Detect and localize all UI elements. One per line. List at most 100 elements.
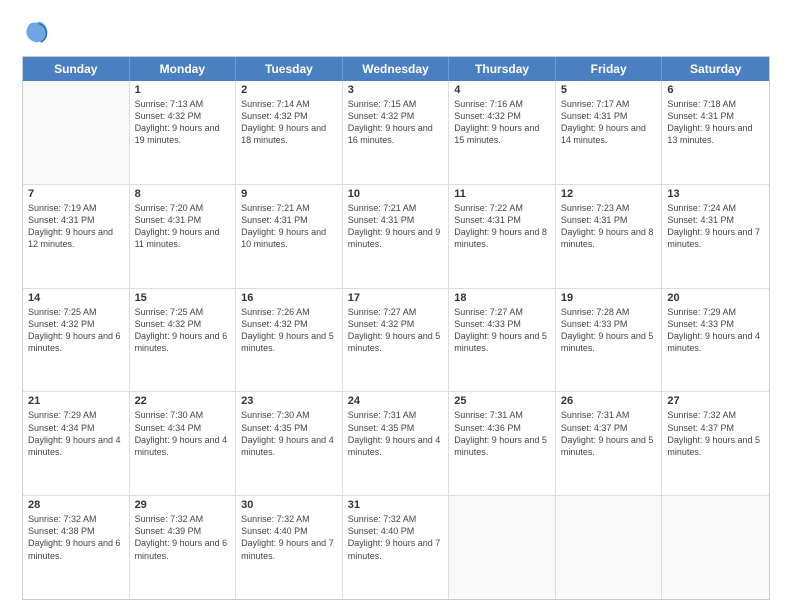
calendar-header: SundayMondayTuesdayWednesdayThursdayFrid…	[23, 57, 769, 81]
cell-info: Sunrise: 7:24 AM Sunset: 4:31 PM Dayligh…	[667, 202, 764, 251]
cell-info: Sunrise: 7:29 AM Sunset: 4:33 PM Dayligh…	[667, 306, 764, 355]
cell-info: Sunrise: 7:29 AM Sunset: 4:34 PM Dayligh…	[28, 409, 124, 458]
calendar-cell: 30 Sunrise: 7:32 AM Sunset: 4:40 PM Dayli…	[236, 496, 343, 599]
cell-info: Sunrise: 7:25 AM Sunset: 4:32 PM Dayligh…	[28, 306, 124, 355]
header-day: Friday	[556, 57, 663, 81]
calendar-row: 14 Sunrise: 7:25 AM Sunset: 4:32 PM Dayli…	[23, 289, 769, 393]
day-number: 1	[135, 84, 231, 96]
calendar-row: 21 Sunrise: 7:29 AM Sunset: 4:34 PM Dayli…	[23, 392, 769, 496]
calendar-cell: 11Sunrise: 7:22 AM Sunset: 4:31 PM Dayli…	[449, 185, 556, 288]
calendar-cell: 25Sunrise: 7:31 AM Sunset: 4:36 PM Dayli…	[449, 392, 556, 495]
calendar-cell: 12 Sunrise: 7:23 AM Sunset: 4:31 PM Dayli…	[556, 185, 663, 288]
cell-info: Sunrise: 7:30 AM Sunset: 4:35 PM Dayligh…	[241, 409, 337, 458]
day-number: 5	[561, 84, 657, 96]
logo-icon	[22, 18, 50, 46]
calendar-cell: 17 Sunrise: 7:27 AM Sunset: 4:32 PM Dayli…	[343, 289, 450, 392]
calendar-cell: 4 Sunrise: 7:16 AM Sunset: 4:32 PM Daylig…	[449, 81, 556, 184]
header-day: Thursday	[449, 57, 556, 81]
cell-info: Sunrise: 7:32 AM Sunset: 4:39 PM Dayligh…	[135, 513, 231, 562]
calendar-cell: 8Sunrise: 7:20 AM Sunset: 4:31 PM Daylig…	[130, 185, 237, 288]
logo	[22, 18, 54, 46]
day-number: 17	[348, 292, 444, 304]
day-number: 16	[241, 292, 337, 304]
calendar-cell	[556, 496, 663, 599]
day-number: 12	[561, 188, 657, 200]
calendar-cell	[449, 496, 556, 599]
calendar-cell: 21 Sunrise: 7:29 AM Sunset: 4:34 PM Dayli…	[23, 392, 130, 495]
calendar-cell: 2 Sunrise: 7:14 AM Sunset: 4:32 PM Daylig…	[236, 81, 343, 184]
header-day: Tuesday	[236, 57, 343, 81]
day-number: 24	[348, 395, 444, 407]
calendar-cell: 5Sunrise: 7:17 AM Sunset: 4:31 PM Daylig…	[556, 81, 663, 184]
day-number: 20	[667, 292, 764, 304]
calendar-cell: 24 Sunrise: 7:31 AM Sunset: 4:35 PM Dayli…	[343, 392, 450, 495]
cell-info: Sunrise: 7:31 AM Sunset: 4:35 PM Dayligh…	[348, 409, 444, 458]
day-number: 10	[348, 188, 444, 200]
day-number: 28	[28, 499, 124, 511]
calendar-cell: 28 Sunrise: 7:32 AM Sunset: 4:38 PM Dayli…	[23, 496, 130, 599]
calendar-cell: 22Sunrise: 7:30 AM Sunset: 4:34 PM Dayli…	[130, 392, 237, 495]
header-day: Wednesday	[343, 57, 450, 81]
cell-info: Sunrise: 7:20 AM Sunset: 4:31 PM Dayligh…	[135, 202, 231, 251]
calendar-cell: 31 Sunrise: 7:32 AM Sunset: 4:40 PM Dayli…	[343, 496, 450, 599]
day-number: 21	[28, 395, 124, 407]
day-number: 2	[241, 84, 337, 96]
calendar-cell: 1 Sunrise: 7:13 AM Sunset: 4:32 PM Daylig…	[130, 81, 237, 184]
calendar-cell: 7Sunrise: 7:19 AM Sunset: 4:31 PM Daylig…	[23, 185, 130, 288]
cell-info: Sunrise: 7:27 AM Sunset: 4:33 PM Dayligh…	[454, 306, 550, 355]
day-number: 9	[241, 188, 337, 200]
calendar-cell: 20 Sunrise: 7:29 AM Sunset: 4:33 PM Dayli…	[662, 289, 769, 392]
calendar-cell: 26 Sunrise: 7:31 AM Sunset: 4:37 PM Dayli…	[556, 392, 663, 495]
cell-info: Sunrise: 7:32 AM Sunset: 4:38 PM Dayligh…	[28, 513, 124, 562]
header-day: Monday	[130, 57, 237, 81]
day-number: 29	[135, 499, 231, 511]
calendar-row: 1 Sunrise: 7:13 AM Sunset: 4:32 PM Daylig…	[23, 81, 769, 185]
cell-info: Sunrise: 7:21 AM Sunset: 4:31 PM Dayligh…	[348, 202, 444, 251]
day-number: 14	[28, 292, 124, 304]
calendar-cell	[662, 496, 769, 599]
cell-info: Sunrise: 7:32 AM Sunset: 4:40 PM Dayligh…	[241, 513, 337, 562]
calendar-cell: 27 Sunrise: 7:32 AM Sunset: 4:37 PM Dayli…	[662, 392, 769, 495]
calendar-cell: 19 Sunrise: 7:28 AM Sunset: 4:33 PM Dayli…	[556, 289, 663, 392]
day-number: 27	[667, 395, 764, 407]
day-number: 23	[241, 395, 337, 407]
day-number: 13	[667, 188, 764, 200]
day-number: 15	[135, 292, 231, 304]
cell-info: Sunrise: 7:27 AM Sunset: 4:32 PM Dayligh…	[348, 306, 444, 355]
cell-info: Sunrise: 7:31 AM Sunset: 4:37 PM Dayligh…	[561, 409, 657, 458]
day-number: 19	[561, 292, 657, 304]
cell-info: Sunrise: 7:23 AM Sunset: 4:31 PM Dayligh…	[561, 202, 657, 251]
cell-info: Sunrise: 7:18 AM Sunset: 4:31 PM Dayligh…	[667, 98, 764, 147]
day-number: 6	[667, 84, 764, 96]
cell-info: Sunrise: 7:21 AM Sunset: 4:31 PM Dayligh…	[241, 202, 337, 251]
header	[22, 18, 770, 46]
day-number: 30	[241, 499, 337, 511]
calendar-cell: 29 Sunrise: 7:32 AM Sunset: 4:39 PM Dayli…	[130, 496, 237, 599]
calendar-cell: 18 Sunrise: 7:27 AM Sunset: 4:33 PM Dayli…	[449, 289, 556, 392]
cell-info: Sunrise: 7:25 AM Sunset: 4:32 PM Dayligh…	[135, 306, 231, 355]
calendar-cell: 14 Sunrise: 7:25 AM Sunset: 4:32 PM Dayli…	[23, 289, 130, 392]
calendar-cell: 23 Sunrise: 7:30 AM Sunset: 4:35 PM Dayli…	[236, 392, 343, 495]
calendar-cell: 13 Sunrise: 7:24 AM Sunset: 4:31 PM Dayli…	[662, 185, 769, 288]
cell-info: Sunrise: 7:16 AM Sunset: 4:32 PM Dayligh…	[454, 98, 550, 147]
day-number: 4	[454, 84, 550, 96]
cell-info: Sunrise: 7:13 AM Sunset: 4:32 PM Dayligh…	[135, 98, 231, 147]
calendar-cell: 9 Sunrise: 7:21 AM Sunset: 4:31 PM Daylig…	[236, 185, 343, 288]
calendar-cell: 16Sunrise: 7:26 AM Sunset: 4:32 PM Dayli…	[236, 289, 343, 392]
cell-info: Sunrise: 7:28 AM Sunset: 4:33 PM Dayligh…	[561, 306, 657, 355]
day-number: 7	[28, 188, 124, 200]
cell-info: Sunrise: 7:14 AM Sunset: 4:32 PM Dayligh…	[241, 98, 337, 147]
calendar-row: 28 Sunrise: 7:32 AM Sunset: 4:38 PM Dayli…	[23, 496, 769, 599]
calendar-cell: 10 Sunrise: 7:21 AM Sunset: 4:31 PM Dayli…	[343, 185, 450, 288]
cell-info: Sunrise: 7:32 AM Sunset: 4:40 PM Dayligh…	[348, 513, 444, 562]
day-number: 26	[561, 395, 657, 407]
cell-info: Sunrise: 7:32 AM Sunset: 4:37 PM Dayligh…	[667, 409, 764, 458]
day-number: 3	[348, 84, 444, 96]
day-number: 25	[454, 395, 550, 407]
calendar-cell: 6 Sunrise: 7:18 AM Sunset: 4:31 PM Daylig…	[662, 81, 769, 184]
day-number: 18	[454, 292, 550, 304]
cell-info: Sunrise: 7:15 AM Sunset: 4:32 PM Dayligh…	[348, 98, 444, 147]
calendar-cell: 3 Sunrise: 7:15 AM Sunset: 4:32 PM Daylig…	[343, 81, 450, 184]
day-number: 31	[348, 499, 444, 511]
header-day: Saturday	[662, 57, 769, 81]
